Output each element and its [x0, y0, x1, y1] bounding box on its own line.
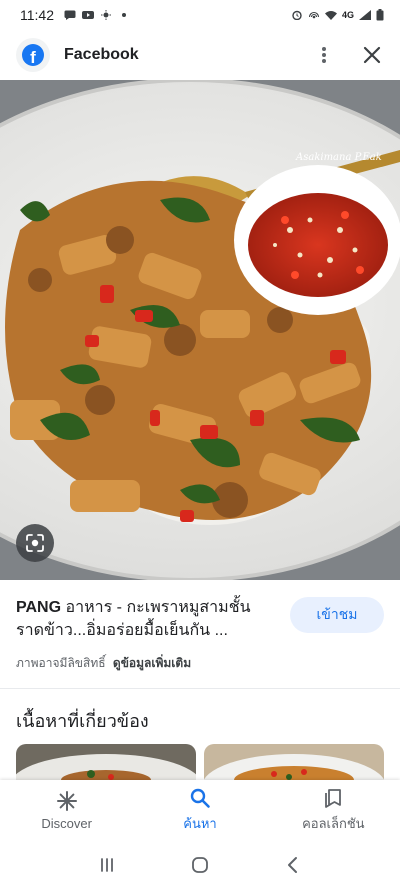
nav-label-discover: Discover [41, 815, 92, 831]
photo-watermark: Asakimana P.Eak [295, 152, 382, 163]
weather-icon [101, 10, 111, 20]
nav-label-collections: คอลเล็กชัน [302, 815, 365, 831]
google-lens-icon [26, 534, 44, 552]
status-bar: 11:42 4G [0, 0, 400, 30]
divider [0, 688, 400, 689]
signal-icon [359, 10, 371, 20]
related-heading: เนื้อหาที่เกี่ยวข้อง [16, 711, 149, 731]
home-icon[interactable] [190, 855, 210, 875]
app-actions [314, 43, 384, 67]
close-icon[interactable] [360, 43, 384, 67]
food-photo: Asakimana P.Eak [0, 80, 400, 580]
related-thumbnail[interactable] [16, 744, 196, 784]
facebook-logo-letter: f [22, 44, 44, 66]
system-nav [0, 840, 400, 889]
google-lens-button[interactable] [16, 524, 54, 562]
page-title: Facebook [64, 46, 139, 63]
copyright-text: ภาพอาจมีลิขสิทธิ์ [16, 656, 106, 670]
more-vert-icon[interactable] [314, 43, 334, 67]
related-thumbnail-photo-1 [16, 744, 196, 784]
visit-button[interactable]: เข้าชม [290, 597, 384, 633]
caption-source: PANG [16, 599, 62, 616]
collections-icon [325, 788, 342, 808]
hero-image[interactable]: Asakimana P.Eak [0, 80, 400, 580]
dot-icon [122, 13, 126, 17]
status-left: 11:42 [20, 7, 130, 23]
status-time: 11:42 [20, 7, 54, 23]
wifi-icon [324, 11, 337, 20]
status-right: 4G [291, 9, 384, 21]
nav-discover[interactable]: Discover [0, 780, 133, 840]
learn-more-link[interactable]: ดูข้อมูลเพิ่มเติม [113, 656, 191, 670]
discover-asterisk-icon [56, 790, 77, 811]
back-icon[interactable] [283, 855, 303, 875]
related-thumbnail-photo-2 [204, 744, 384, 784]
alarm-icon [292, 10, 302, 20]
network-label: 4G [341, 10, 354, 20]
recents-icon[interactable] [97, 855, 117, 875]
image-caption[interactable]: PANG อาหาร - กะเพราหมูสามชั้นราดข้าว...อ… [16, 596, 276, 642]
youtube-icon [82, 11, 94, 19]
search-icon [190, 788, 210, 808]
message-icon [64, 10, 76, 20]
hotspot-icon [308, 11, 320, 19]
facebook-logo-icon: f [16, 38, 50, 72]
bottom-nav: Discover ค้นหา คอลเล็กชัน [0, 780, 400, 840]
app-bar: f Facebook [0, 30, 400, 80]
nav-search[interactable]: ค้นหา [133, 780, 266, 840]
copyright-notice: ภาพอาจมีลิขสิทธิ์ ดูข้อมูลเพิ่มเติม [16, 654, 191, 673]
nav-collections[interactable]: คอลเล็กชัน [267, 780, 400, 840]
battery-icon [376, 9, 384, 21]
nav-label-search: ค้นหา [183, 815, 217, 831]
related-thumbnail[interactable] [204, 744, 384, 784]
